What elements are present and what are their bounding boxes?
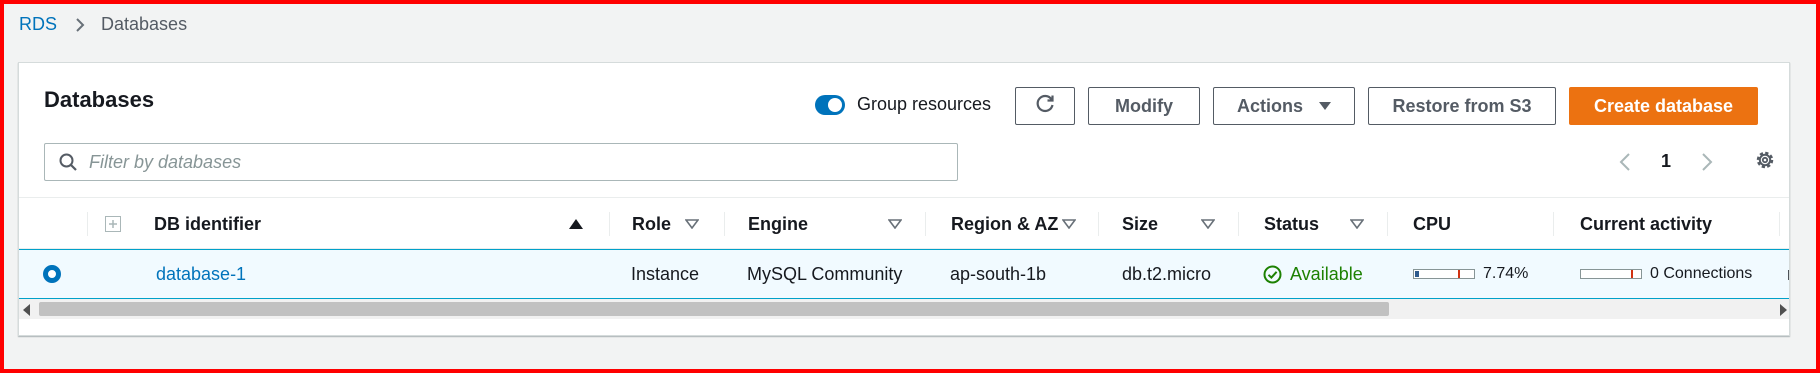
column-label: Region & AZ	[951, 213, 1059, 234]
db-identifier-link[interactable]: database-1	[156, 250, 246, 298]
column-header-status[interactable]: Status	[1264, 198, 1384, 250]
modify-button[interactable]: Modify	[1088, 87, 1200, 125]
check-circle-icon	[1263, 265, 1282, 284]
sort-icon[interactable]	[685, 219, 699, 229]
scroll-right-icon[interactable]	[1779, 303, 1787, 321]
scroll-left-icon[interactable]	[23, 303, 31, 321]
cell-role: Instance	[631, 263, 700, 284]
cell-status: Available	[1263, 250, 1363, 298]
column-label: DB identifier	[154, 213, 262, 234]
connections-meter	[1580, 269, 1642, 279]
radio-selected[interactable]	[43, 265, 61, 283]
sort-icon[interactable]	[1062, 219, 1076, 229]
actions-label: Actions	[1236, 95, 1303, 116]
sort-icon[interactable]	[1350, 219, 1364, 229]
cpu-value: 7.74%	[1483, 265, 1529, 282]
chevron-right-icon	[75, 17, 85, 33]
sort-icon[interactable]	[1201, 219, 1215, 229]
cell-cpu: 7.74%	[1413, 250, 1528, 298]
table-header: DB identifier Role Engine Region & AZ Si…	[19, 197, 1789, 250]
column-header-role[interactable]: Role	[632, 198, 732, 250]
cell-current-activity: 0 Connections	[1580, 250, 1752, 298]
column-header-db-identifier[interactable]: DB identifier	[154, 198, 598, 250]
breadcrumb-rds-link[interactable]: RDS	[19, 14, 57, 35]
column-label: Engine	[748, 213, 809, 234]
column-label: Size	[1122, 213, 1159, 234]
restore-from-s3-button[interactable]: Restore from S3	[1368, 87, 1556, 125]
cpu-meter	[1413, 269, 1475, 279]
actions-dropdown-button[interactable]: Actions	[1213, 87, 1355, 125]
filter-databases-input[interactable]	[89, 151, 929, 173]
create-database-button[interactable]: Create database	[1569, 87, 1758, 125]
breadcrumb: RDS Databases	[19, 14, 187, 35]
filter-search-box	[44, 143, 958, 181]
pagination: 1	[1619, 151, 1713, 172]
caret-down-icon	[1319, 102, 1331, 110]
connections-value: 0 Connections	[1650, 265, 1753, 282]
next-page-icon[interactable]	[1701, 152, 1713, 172]
sort-ascending-icon[interactable]	[569, 219, 583, 229]
refresh-icon	[1034, 93, 1056, 120]
gear-icon[interactable]	[1754, 149, 1776, 171]
expand-all-icon[interactable]	[105, 198, 121, 250]
row-select-radio[interactable]	[43, 250, 61, 298]
column-header-region-az[interactable]: Region & AZ	[951, 198, 1101, 250]
search-icon	[59, 153, 77, 171]
sort-icon[interactable]	[888, 219, 902, 229]
refresh-button[interactable]	[1015, 87, 1075, 125]
databases-panel: Databases Group resources Modify Actions…	[18, 62, 1790, 336]
group-resources-label: Group resources	[857, 94, 992, 114]
scrollbar-thumb[interactable]	[39, 302, 1389, 316]
column-header-size[interactable]: Size	[1122, 198, 1252, 250]
column-label: CPU	[1413, 213, 1452, 234]
breadcrumb-current: Databases	[101, 14, 188, 34]
cell-engine: MySQL Community	[747, 263, 903, 284]
column-header-engine[interactable]: Engine	[748, 198, 928, 250]
page-title: Databases	[44, 87, 155, 112]
cell-region-az: ap-south-1b	[950, 263, 1047, 284]
column-label: Current activity	[1580, 213, 1713, 234]
column-header-cpu[interactable]: CPU	[1413, 198, 1451, 250]
column-label: Status	[1264, 213, 1320, 234]
column-label: Role	[632, 213, 672, 234]
toggle-switch[interactable]	[815, 94, 845, 115]
table-row[interactable]: database-1 Instance MySQL Community ap-s…	[19, 249, 1789, 299]
group-resources-toggle[interactable]: Group resources	[815, 94, 991, 115]
horizontal-scrollbar[interactable]	[19, 299, 1789, 321]
previous-page-icon[interactable]	[1619, 152, 1631, 172]
cell-size: db.t2.micro	[1122, 263, 1212, 284]
current-page-number[interactable]: 1	[1661, 151, 1671, 172]
cell-truncated: n	[1787, 250, 1789, 298]
status-text: Available	[1290, 263, 1363, 284]
column-header-current-activity[interactable]: Current activity	[1580, 198, 1712, 250]
